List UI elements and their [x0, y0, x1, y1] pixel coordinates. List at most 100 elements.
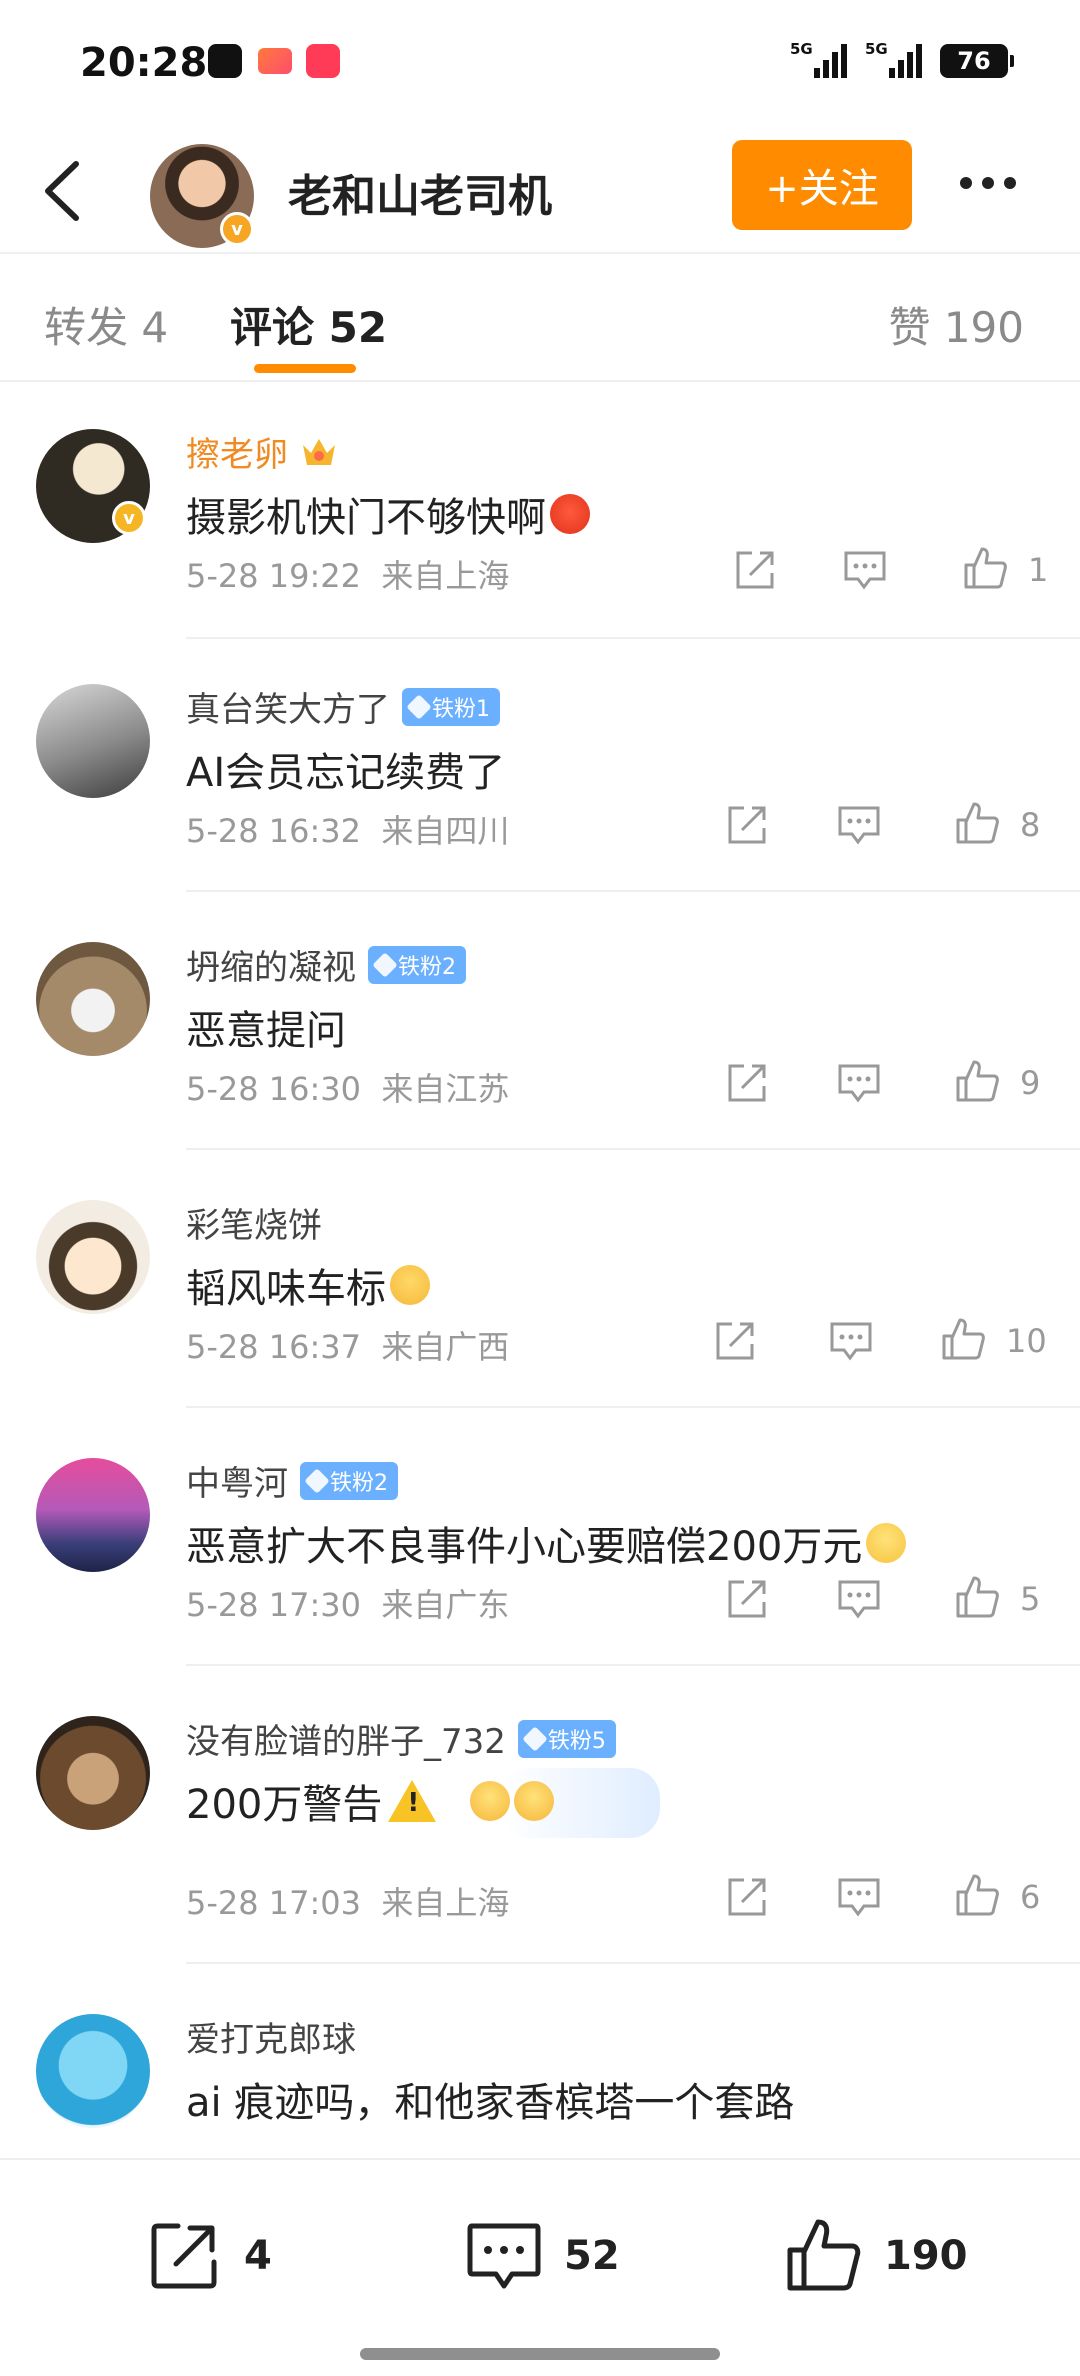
home-indicator[interactable] — [360, 2348, 720, 2360]
like-icon[interactable] — [954, 1574, 1000, 1620]
like-count: 5 — [1020, 1580, 1041, 1618]
share-icon[interactable] — [724, 802, 770, 848]
signal-icon-1: 5G — [790, 40, 847, 78]
signal-icon-2: 5G — [865, 40, 922, 78]
comment-divider — [186, 890, 1080, 892]
status-indicators: 5G 5G 76 — [790, 40, 1014, 78]
angry-emoji-icon — [550, 494, 590, 534]
music-app-icon — [306, 44, 340, 78]
like-icon[interactable] — [954, 1872, 1000, 1918]
like-count: 9 — [1020, 1064, 1041, 1102]
commenter-avatar[interactable] — [36, 2014, 150, 2128]
comment-divider — [186, 1148, 1080, 1150]
thumbs-up-icon — [787, 2219, 861, 2291]
author-name[interactable]: 老和山老司机 — [288, 160, 552, 224]
follow-button[interactable]: +关注 — [732, 140, 912, 230]
fan-badge: 铁粉2 — [300, 1461, 398, 1500]
back-button[interactable] — [36, 156, 96, 226]
commenter-avatar[interactable] — [36, 1458, 150, 1572]
like-count: 8 — [1020, 806, 1041, 844]
battery-icon: 76 — [940, 44, 1014, 78]
laugh-cry-emoji-icon — [514, 1781, 555, 1821]
tiktok-app-icon — [208, 44, 242, 78]
comment-text: 恶意提问 — [186, 1008, 346, 1054]
commenter-name[interactable]: 真台笑大方了 铁粉1 — [186, 682, 500, 731]
share-icon[interactable] — [724, 1060, 770, 1106]
like-icon[interactable] — [962, 545, 1008, 591]
comment-text: 摄影机快门不够快啊 — [186, 485, 590, 543]
share-icon[interactable] — [732, 547, 778, 593]
game-app-icon — [258, 48, 292, 74]
author-avatar[interactable]: v — [150, 144, 254, 248]
repost-button[interactable]: 4 — [144, 2216, 272, 2296]
post-header: v 老和山老司机 +关注 — [0, 130, 1080, 252]
like-count: 1 — [1028, 551, 1049, 589]
like-icon[interactable] — [954, 800, 1000, 846]
tab-repost[interactable]: 转发 4 — [44, 294, 168, 355]
comment-text: 200万警告 — [186, 1772, 555, 1830]
status-time: 20:28 — [80, 40, 208, 86]
comment-meta: 5-28 19:22 来自上海 — [186, 557, 510, 595]
fan-badge: 铁粉5 — [517, 1719, 616, 1758]
comment-divider — [186, 1664, 1080, 1666]
tab-likes[interactable]: 赞 190 — [888, 294, 1024, 355]
reply-icon[interactable] — [836, 1060, 882, 1106]
comment-meta: 5-28 17:30 来自广东 — [186, 1586, 510, 1624]
diamond-icon — [372, 951, 398, 978]
commenter-avatar[interactable]: v — [36, 429, 150, 543]
status-bar: 20:28 5G 5G 76 — [0, 0, 1080, 130]
commenter-name[interactable]: 坍缩的凝视 铁粉2 — [186, 940, 466, 989]
comment-button[interactable]: 52 — [464, 2216, 620, 2296]
comment-text: 恶意扩大不良事件小心要赔偿200万元 — [186, 1514, 907, 1572]
warning-emoji-icon — [388, 1780, 437, 1822]
verified-badge-icon: v — [220, 212, 254, 246]
chevron-left-icon — [45, 161, 79, 221]
commenter-name[interactable]: 爱打克郎球 — [186, 2012, 356, 2061]
comment-text: AI会员忘记续费了 — [186, 750, 506, 796]
commenter-name[interactable]: 没有脸谱的胖子_732 铁粉5 — [186, 1714, 616, 1763]
like-button[interactable]: 190 — [784, 2216, 968, 2296]
comment-text: ai 痕迹吗，和他家香槟塔一个套路 — [186, 2080, 795, 2126]
more-options-icon[interactable] — [960, 168, 1030, 198]
comment-divider — [186, 637, 1080, 639]
tab-comments[interactable]: 评论 52 — [230, 294, 387, 355]
active-tab-indicator — [254, 364, 356, 373]
like-count: 10 — [1006, 1322, 1047, 1360]
comment-icon — [467, 2223, 541, 2289]
share-icon[interactable] — [724, 1874, 770, 1920]
commenter-name[interactable]: 擦老卵 — [186, 427, 338, 476]
post-tabs: 转发 4 评论 52 赞 190 — [0, 252, 1080, 382]
commenter-name[interactable]: 中粤河 铁粉2 — [186, 1456, 398, 1505]
reply-icon[interactable] — [836, 1576, 882, 1622]
comment-meta: 5-28 17:03 来自上海 — [186, 1884, 510, 1922]
commenter-avatar[interactable] — [36, 942, 150, 1056]
laugh-emoji-icon — [470, 1781, 511, 1821]
comment-divider — [186, 1962, 1080, 1964]
like-icon[interactable] — [940, 1316, 986, 1362]
commenter-avatar[interactable] — [36, 684, 150, 798]
diamond-icon — [304, 1467, 330, 1494]
fan-badge: 铁粉1 — [402, 687, 500, 726]
share-icon — [151, 2223, 217, 2289]
reply-icon[interactable] — [836, 1874, 882, 1920]
reply-icon[interactable] — [836, 802, 882, 848]
commenter-avatar[interactable] — [36, 1200, 150, 1314]
share-icon[interactable] — [712, 1318, 758, 1364]
commenter-name[interactable]: 彩笔烧饼 — [186, 1198, 322, 1247]
reply-icon[interactable] — [828, 1318, 874, 1364]
share-icon[interactable] — [724, 1576, 770, 1622]
comment-meta: 5-28 16:30 来自江苏 — [186, 1070, 510, 1108]
like-count: 6 — [1020, 1878, 1041, 1916]
like-icon[interactable] — [954, 1058, 1000, 1104]
reply-icon[interactable] — [842, 547, 888, 593]
comment-text: 韬风味车标 — [186, 1256, 430, 1314]
diamond-icon — [406, 693, 432, 720]
smile-emoji-icon — [866, 1523, 907, 1563]
commenter-avatar[interactable] — [36, 1716, 150, 1830]
diamond-icon — [522, 1725, 548, 1752]
comment-meta: 5-28 16:37 来自广西 — [186, 1328, 510, 1366]
comment-divider — [186, 1406, 1080, 1408]
crown-icon — [303, 438, 335, 465]
bottom-action-bar: 4 52 190 — [0, 2158, 1080, 2376]
fan-badge: 铁粉2 — [368, 945, 466, 984]
